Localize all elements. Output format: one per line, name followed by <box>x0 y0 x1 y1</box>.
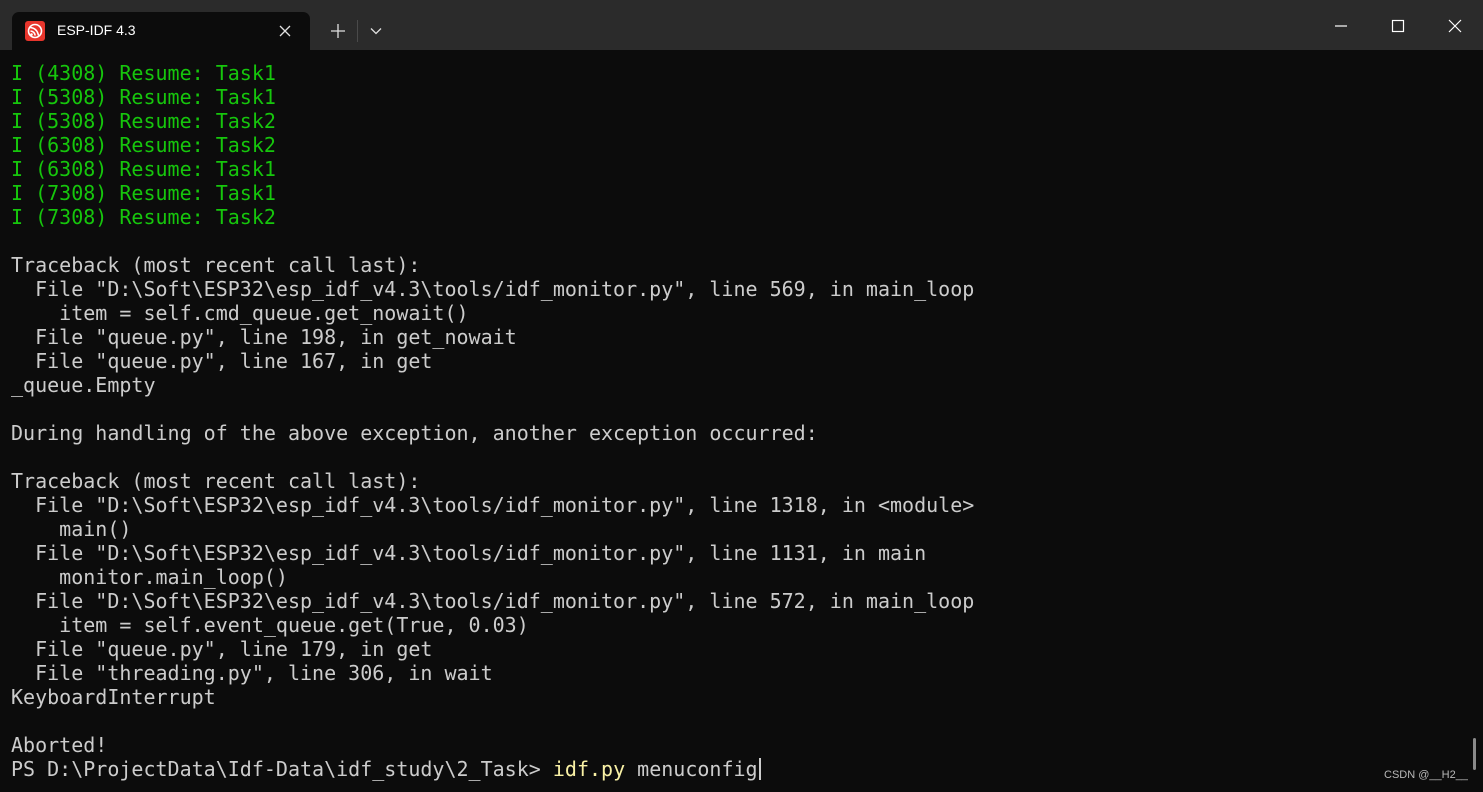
maximize-button[interactable] <box>1369 0 1427 50</box>
command-args: menuconfig <box>625 757 758 781</box>
terminal-window: ESP-IDF 4.3 I (4308) Resume: Task1 I (53… <box>0 0 1483 792</box>
close-window-button[interactable] <box>1426 0 1483 50</box>
espressif-logo-icon <box>25 21 45 41</box>
terminal-line: File "D:\Soft\ESP32\esp_idf_v4.3\tools/i… <box>11 541 927 565</box>
terminal-line: I (4308) Resume: Task1 <box>11 61 276 85</box>
terminal-line: Traceback (most recent call last): <box>11 469 421 493</box>
close-tab-icon[interactable] <box>275 21 295 41</box>
prompt-line[interactable]: PS D:\ProjectData\Idf-Data\idf_study\2_T… <box>11 757 974 781</box>
terminal-line: monitor.main_loop() <box>11 565 288 589</box>
terminal-line: File "D:\Soft\ESP32\esp_idf_v4.3\tools/i… <box>11 589 975 613</box>
terminal-line: File "queue.py", line 179, in get <box>11 637 433 661</box>
text-cursor <box>758 758 761 780</box>
minimize-icon <box>1335 25 1347 27</box>
prompt-path: PS D:\ProjectData\Idf-Data\idf_study\2_T… <box>11 757 553 781</box>
terminal-line: File "queue.py", line 198, in get_nowait <box>11 325 517 349</box>
watermark: CSDN @__H2__ <box>1384 769 1468 781</box>
plus-icon <box>331 24 345 38</box>
terminal-line: I (7308) Resume: Task1 <box>11 181 276 205</box>
terminal-line: I (5308) Resume: Task1 <box>11 85 276 109</box>
chevron-down-icon <box>370 28 382 35</box>
terminal-line: I (5308) Resume: Task2 <box>11 109 276 133</box>
terminal-line: Traceback (most recent call last): <box>11 253 421 277</box>
terminal-line: Aborted! <box>11 733 108 757</box>
new-tab-button[interactable] <box>318 12 358 50</box>
terminal-output[interactable]: I (4308) Resume: Task1 I (5308) Resume: T… <box>0 50 1470 792</box>
terminal-line: I (7308) Resume: Task2 <box>11 205 276 229</box>
terminal-line: File "D:\Soft\ESP32\esp_idf_v4.3\tools/i… <box>11 277 975 301</box>
terminal-line: item = self.event_queue.get(True, 0.03) <box>11 613 529 637</box>
terminal-line: File "threading.py", line 306, in wait <box>11 661 493 685</box>
terminal-line: _queue.Empty <box>11 373 156 397</box>
terminal-line: File "queue.py", line 167, in get <box>11 349 433 373</box>
terminal-line: item = self.cmd_queue.get_nowait() <box>11 301 469 325</box>
maximize-icon <box>1391 19 1405 33</box>
terminal-line: I (6308) Resume: Task2 <box>11 133 276 157</box>
terminal-line: During handling of the above exception, … <box>11 421 818 445</box>
minimize-button[interactable] <box>1312 0 1370 50</box>
scrollbar-thumb[interactable] <box>1473 738 1476 770</box>
profile-dropdown-button[interactable] <box>356 12 396 50</box>
terminal-line: File "D:\Soft\ESP32\esp_idf_v4.3\tools/i… <box>11 493 975 517</box>
terminal-tab[interactable]: ESP-IDF 4.3 <box>12 12 310 50</box>
tab-title: ESP-IDF 4.3 <box>57 22 136 38</box>
close-icon <box>1448 19 1462 33</box>
terminal-line: main() <box>11 517 132 541</box>
title-bar[interactable]: ESP-IDF 4.3 <box>0 0 1483 50</box>
command-name: idf.py <box>552 757 626 781</box>
terminal-line: KeyboardInterrupt <box>11 685 216 709</box>
terminal-lines: I (4308) Resume: Task1 I (5308) Resume: T… <box>11 61 974 781</box>
terminal-line: I (6308) Resume: Task1 <box>11 157 276 181</box>
